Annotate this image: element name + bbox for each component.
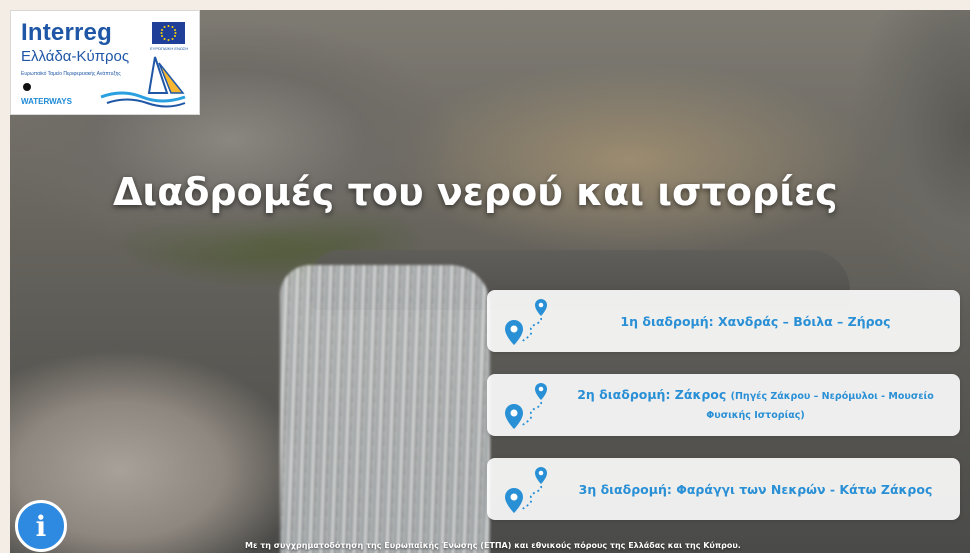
route-title-1: 1η διαδρομή: Χανδράς – Βόιλα – Ζήρος bbox=[620, 313, 891, 329]
route-pin-icon bbox=[499, 378, 555, 438]
route-pin-icon bbox=[499, 462, 555, 522]
funding-footer: Με τη συγχρηματοδότηση της Ευρωπαϊκής Έν… bbox=[245, 541, 741, 550]
logo-project: WATERWAYS bbox=[21, 97, 72, 106]
route-label-3: 3η διαδρομή: Φαράγγι των Νεκρών - Κάτω Ζ… bbox=[569, 481, 942, 498]
route-title-3: 3η διαδρομή: Φαράγγι των Νεκρών - Κάτω Ζ… bbox=[578, 481, 933, 497]
route-button-2[interactable]: 2η διαδρομή: Ζάκρος (Πηγές Ζάκρου – Νερό… bbox=[487, 374, 960, 436]
route-label-1: 1η διαδρομή: Χανδράς – Βόιλα – Ζήρος bbox=[569, 313, 942, 330]
route-title-2: 2η διαδρομή: Ζάκρος bbox=[577, 387, 727, 402]
info-icon[interactable]: i bbox=[15, 500, 67, 552]
waterways-mark-icon bbox=[23, 83, 31, 91]
route-pin-icon bbox=[499, 294, 555, 354]
sailboat-icon bbox=[97, 53, 187, 112]
route-label-2: 2η διαδρομή: Ζάκρος (Πηγές Ζάκρου – Νερό… bbox=[569, 386, 942, 424]
page-title: Διαδρομές του νερού και ιστορίες bbox=[113, 170, 838, 214]
interreg-logo: Interreg ΕΥΡΩΠΑΪΚΗ ΕΝΩΣΗ Ελλάδα-Κύπρος Ε… bbox=[10, 10, 200, 115]
route-button-1[interactable]: 1η διαδρομή: Χανδράς – Βόιλα – Ζήρος bbox=[487, 290, 960, 352]
route-note-2: (Πηγές Ζάκρου – Νερόμυλοι - Μουσείο Φυσι… bbox=[706, 391, 934, 421]
waterfall bbox=[280, 265, 490, 553]
logo-brand: Interreg bbox=[21, 19, 112, 46]
eu-flag-icon bbox=[152, 22, 185, 44]
route-button-3[interactable]: 3η διαδρομή: Φαράγγι των Νεκρών - Κάτω Ζ… bbox=[487, 458, 960, 520]
eu-caption: ΕΥΡΩΠΑΪΚΗ ΕΝΩΣΗ bbox=[150, 46, 189, 51]
